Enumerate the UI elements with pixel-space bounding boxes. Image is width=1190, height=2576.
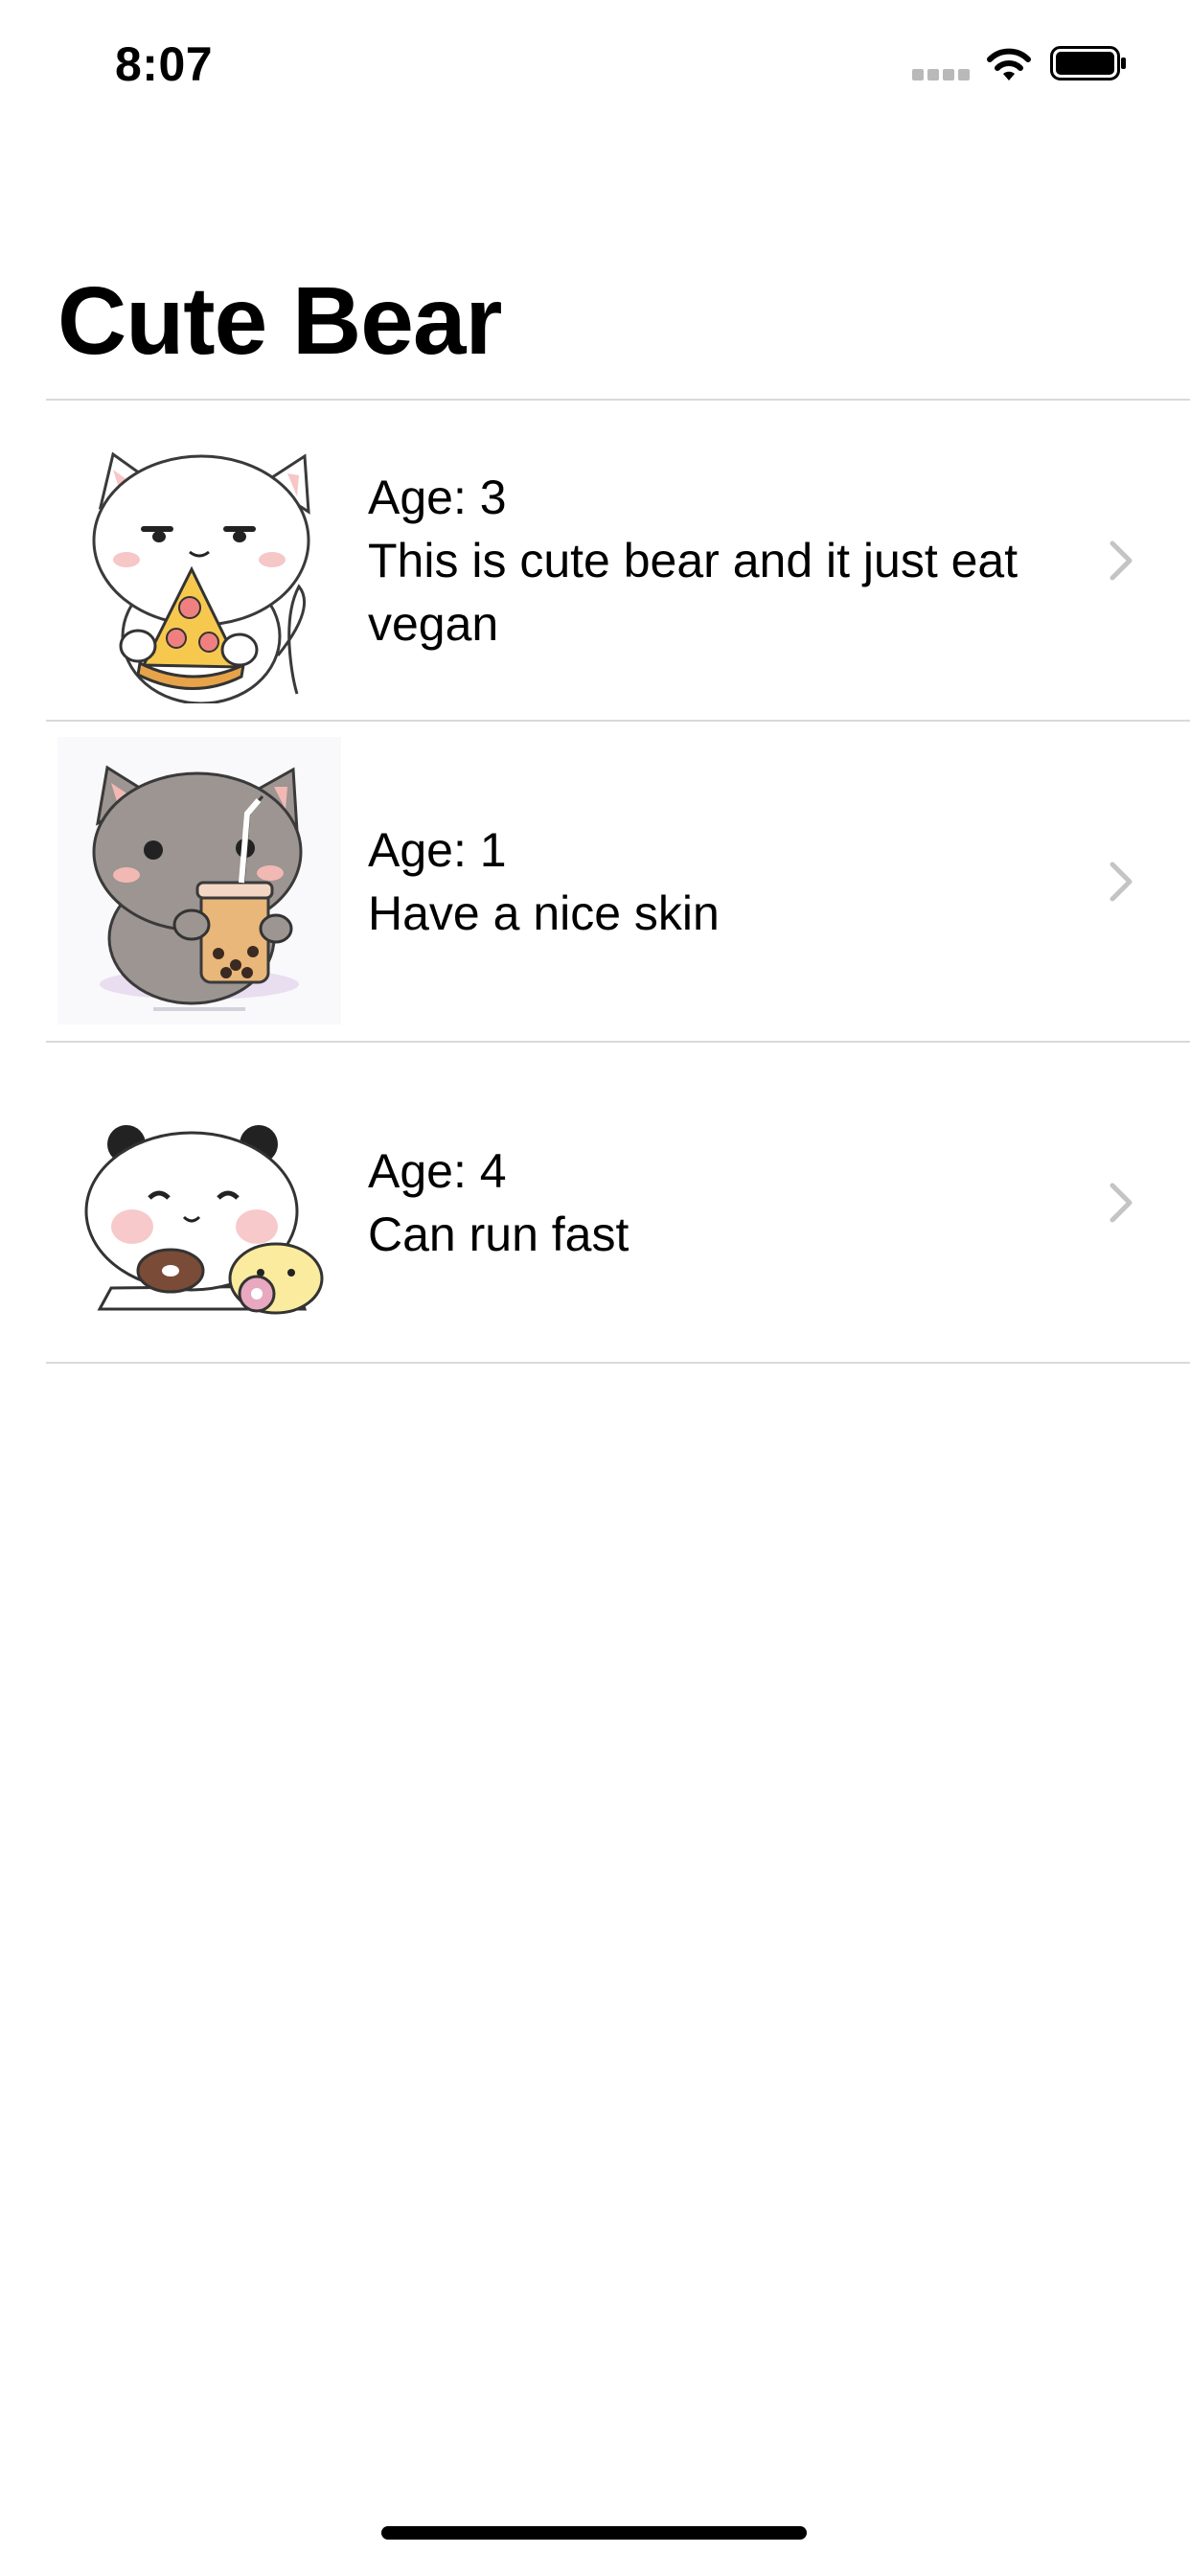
list-item-text: Age: 3 This is cute bear and it just eat… — [368, 466, 1096, 656]
list-divider — [46, 1362, 1190, 1364]
cellular-signal-icon — [912, 69, 970, 80]
status-bar: 8:07 — [0, 0, 1190, 126]
chevron-right-icon — [1110, 540, 1133, 580]
cat-eating-pizza-image — [57, 416, 341, 703]
description-label: Have a nice skin — [368, 886, 720, 940]
bear-list: Age: 3 This is cute bear and it just eat… — [46, 399, 1190, 1364]
list-item[interactable]: Age: 3 This is cute bear and it just eat… — [46, 401, 1190, 720]
cat-drinking-bubble-tea-image — [57, 737, 341, 1024]
page-title: Cute Bear — [57, 267, 502, 375]
age-label: Age: 3 — [368, 470, 507, 524]
age-label: Age: 1 — [368, 822, 507, 877]
age-label: Age: 4 — [368, 1143, 507, 1198]
battery-icon — [1050, 46, 1126, 80]
panda-eating-donuts-image — [57, 1058, 341, 1346]
list-item-text: Age: 1 Have a nice skin — [368, 818, 1096, 945]
home-indicator[interactable] — [381, 2526, 807, 2540]
chevron-right-icon — [1110, 862, 1133, 901]
list-item-text: Age: 4 Can run fast — [368, 1139, 1096, 1266]
status-time: 8:07 — [115, 37, 214, 91]
description-label: Can run fast — [368, 1207, 629, 1261]
description-label: This is cute bear and it just eat vegan — [368, 533, 1018, 651]
wifi-icon — [987, 48, 1031, 80]
list-item[interactable]: Age: 4 Can run fast — [46, 1043, 1190, 1362]
chevron-right-icon — [1110, 1183, 1133, 1222]
list-item[interactable]: Age: 1 Have a nice skin — [46, 722, 1190, 1041]
